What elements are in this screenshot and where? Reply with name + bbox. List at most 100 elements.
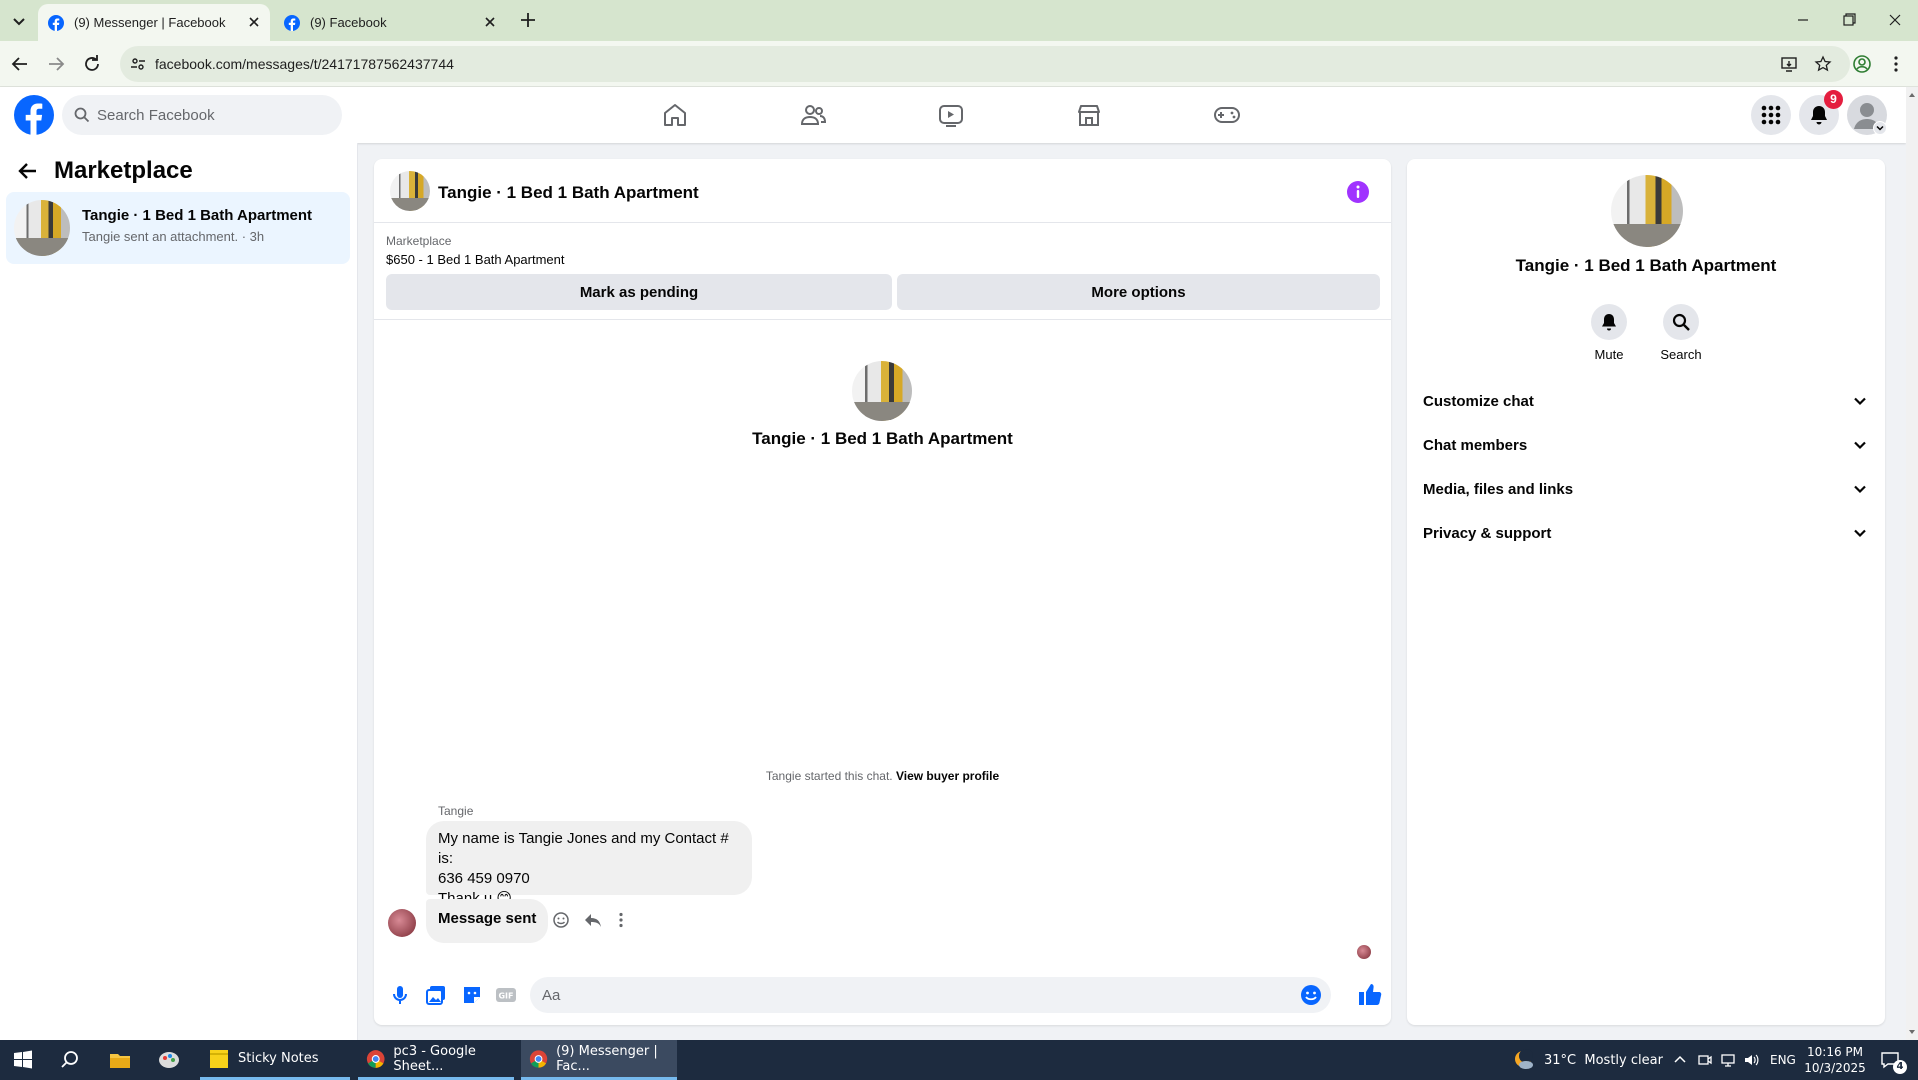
section-label: Media, files and links <box>1423 480 1574 498</box>
gif-icon[interactable]: GIF <box>494 983 518 1007</box>
chrome-icon <box>529 1049 548 1068</box>
section-label: Chat members <box>1423 436 1528 454</box>
watch-icon[interactable] <box>937 101 965 129</box>
chat-header: Tangie · 1 Bed 1 Bath Apartment <box>374 159 1391 223</box>
taskbar-app-chrome-messenger[interactable]: (9) Messenger | Fac... <box>521 1040 677 1080</box>
message-bubble[interactable]: My name is Tangie Jones and my Contact #… <box>426 821 752 907</box>
search-icon[interactable] <box>58 1048 82 1072</box>
browser-menu-icon[interactable] <box>1884 52 1908 76</box>
browser-tab-messenger[interactable]: (9) Messenger | Facebook <box>38 4 270 41</box>
tab-title: (9) Messenger | Facebook <box>74 15 226 30</box>
account-chevron-icon[interactable] <box>1873 121 1887 135</box>
panel-title: Marketplace <box>54 157 193 184</box>
divider <box>374 319 1391 320</box>
mark-as-pending-button[interactable]: Mark as pending <box>386 274 892 310</box>
facebook-search-input[interactable]: Search Facebook <box>62 95 342 135</box>
conversation-name: Tangie · 1 Bed 1 Bath Apartment <box>82 207 313 224</box>
conversation-item[interactable]: Tangie · 1 Bed 1 Bath Apartment Tangie s… <box>6 192 350 264</box>
sticker-icon[interactable] <box>460 983 484 1007</box>
close-window-button[interactable] <box>1881 8 1909 32</box>
sender-name: Tangie <box>438 804 474 818</box>
more-actions-icon[interactable] <box>611 910 631 930</box>
restore-button[interactable] <box>1835 8 1863 32</box>
close-tab-icon[interactable] <box>246 14 262 30</box>
address-bar[interactable]: facebook.com/messages/t/2417178756243774… <box>120 46 1850 82</box>
friends-icon[interactable] <box>799 101 827 129</box>
privacy-support-section[interactable]: Privacy & support <box>1423 515 1869 551</box>
started-text: Tangie started this chat. <box>765 769 893 783</box>
clock[interactable]: 10:16 PM 10/3/2025 <box>1800 1044 1870 1076</box>
photo-icon[interactable] <box>424 983 448 1007</box>
chat-members-section[interactable]: Chat members <box>1423 427 1869 463</box>
more-options-button[interactable]: More options <box>897 274 1380 310</box>
bookmark-star-icon[interactable] <box>1814 55 1832 73</box>
thumbs-up-icon[interactable] <box>1357 981 1383 1007</box>
search-in-conversation-button[interactable]: Search <box>1651 304 1711 362</box>
paint-app-icon[interactable] <box>157 1048 181 1072</box>
facebook-header: Search Facebook <box>0 87 1906 143</box>
site-info-icon[interactable] <box>130 56 146 72</box>
network-icon[interactable] <box>1720 1052 1736 1068</box>
new-tab-button[interactable] <box>518 10 538 30</box>
back-button[interactable] <box>8 52 32 76</box>
language-indicator[interactable]: ENG <box>1770 1040 1796 1080</box>
volume-icon[interactable] <box>1743 1052 1759 1068</box>
reload-button[interactable] <box>80 52 104 76</box>
profile-icon[interactable] <box>1850 52 1874 76</box>
close-tab-icon[interactable] <box>482 14 498 30</box>
mute-button[interactable]: Mute <box>1579 304 1639 362</box>
microphone-icon[interactable] <box>388 983 412 1007</box>
react-emoji-icon[interactable] <box>551 910 571 930</box>
message-input[interactable]: Aa <box>530 977 1331 1013</box>
file-explorer-icon[interactable] <box>108 1048 132 1072</box>
tab-search-icon[interactable] <box>8 10 30 32</box>
windows-taskbar: Sticky Notes pc3 - Google Sheet... (9) M… <box>0 1040 1918 1080</box>
back-arrow-icon[interactable] <box>16 159 40 183</box>
facebook-favicon-icon <box>284 14 300 31</box>
info-icon[interactable] <box>1347 181 1369 203</box>
message-bubble[interactable]: Message sent <box>426 899 549 943</box>
chevron-up-icon[interactable] <box>1672 1052 1688 1068</box>
url-text: facebook.com/messages/t/2417178756243774… <box>155 56 454 72</box>
gaming-icon[interactable] <box>1213 101 1241 129</box>
marketplace-icon[interactable] <box>1075 101 1103 129</box>
facebook-favicon-icon <box>48 14 64 31</box>
chat-title[interactable]: Tangie · 1 Bed 1 Bath Apartment <box>438 183 699 203</box>
chevron-down-icon <box>1854 397 1866 406</box>
home-icon[interactable] <box>661 101 689 129</box>
install-app-icon[interactable] <box>1780 55 1798 73</box>
customize-chat-section[interactable]: Customize chat <box>1423 383 1869 419</box>
browser-tab-facebook[interactable]: (9) Facebook <box>274 4 506 41</box>
windows-start-icon[interactable] <box>11 1048 35 1072</box>
chat-avatar[interactable] <box>390 171 430 211</box>
listing-price-title[interactable]: $650 - 1 Bed 1 Bath Apartment <box>386 252 565 267</box>
meet-now-icon[interactable] <box>1697 1052 1713 1068</box>
facebook-logo-icon[interactable] <box>14 95 54 135</box>
page-scrollbar[interactable] <box>1906 87 1918 1040</box>
notification-count-badge: 9 <box>1824 90 1843 109</box>
emoji-icon[interactable] <box>1299 983 1323 1007</box>
message-line: My name is Tangie Jones and my Contact #… <box>438 830 729 867</box>
forward-button[interactable] <box>44 52 68 76</box>
message-input-placeholder: Aa <box>542 987 561 1004</box>
browser-tab-strip: (9) Messenger | Facebook (9) Facebook <box>0 0 1918 41</box>
minimize-button[interactable] <box>1789 8 1817 32</box>
search-placeholder: Search Facebook <box>97 107 215 124</box>
conversation-list-panel: Marketplace Tangie · 1 Bed 1 Bath Apartm… <box>0 143 358 1040</box>
search-label: Search <box>1660 347 1702 362</box>
sender-avatar[interactable] <box>388 909 416 937</box>
media-files-links-section[interactable]: Media, files and links <box>1423 471 1869 507</box>
reply-icon[interactable] <box>583 910 603 930</box>
chat-details-panel: Tangie · 1 Bed 1 Bath Apartment Mute Sea… <box>1407 159 1885 1025</box>
taskbar-app-chrome-sheets[interactable]: pc3 - Google Sheet... <box>358 1040 514 1080</box>
details-name: Tangie · 1 Bed 1 Bath Apartment <box>1515 256 1777 275</box>
taskbar-app-sticky-notes[interactable]: Sticky Notes <box>200 1040 350 1080</box>
weather-widget[interactable]: 31°C Mostly clear <box>1512 1040 1663 1080</box>
details-avatar <box>1611 175 1683 247</box>
sticky-notes-icon <box>210 1049 228 1068</box>
app-label: pc3 - Google Sheet... <box>393 1043 476 1074</box>
browser-toolbar: facebook.com/messages/t/2417178756243774… <box>0 41 1918 87</box>
app-label: (9) Messenger | Fac... <box>556 1043 658 1074</box>
menu-button[interactable] <box>1751 95 1791 135</box>
view-buyer-profile-link[interactable]: View buyer profile <box>896 769 999 783</box>
